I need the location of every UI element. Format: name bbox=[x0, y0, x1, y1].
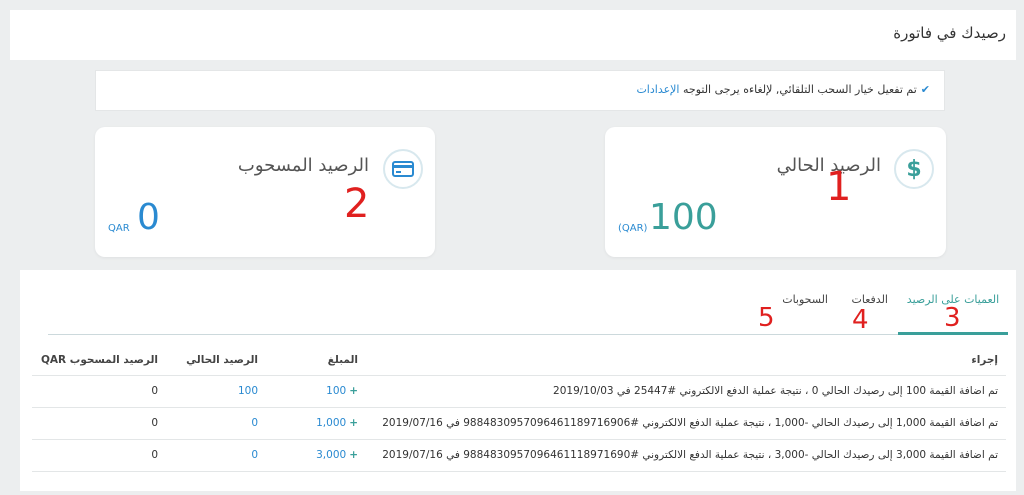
column-header-current: الرصيد الحالي bbox=[166, 345, 266, 376]
table-header-row: إجراء المبلغ الرصيد الحالي الرصيد المسحو… bbox=[32, 345, 1006, 376]
cell-action: تم اضافة القيمة 1,000 إلى رصيدك الحالي -… bbox=[366, 407, 1006, 440]
cell-amount-value: 1,000 bbox=[316, 417, 347, 429]
table-row: تم اضافة القيمة 1,000 إلى رصيدك الحالي -… bbox=[32, 407, 1006, 440]
cell-current: 0 bbox=[166, 407, 266, 440]
current-balance-card: $ الرصيد الحالي 100 (QAR) bbox=[605, 127, 946, 257]
plus-icon: + bbox=[349, 417, 358, 429]
plus-icon: + bbox=[349, 449, 358, 461]
withdrawn-balance-card: الرصيد المسحوب 0 QAR bbox=[95, 127, 435, 257]
settings-link[interactable]: الإعدادات bbox=[636, 83, 679, 96]
current-balance-amount: 100 bbox=[649, 197, 718, 238]
balance-operations-panel: العميات على الرصيد الدفعات السحوبات إجرا… bbox=[20, 270, 1016, 491]
operations-table: إجراء المبلغ الرصيد الحالي الرصيد المسحو… bbox=[32, 345, 1006, 472]
check-icon: ✔ bbox=[920, 83, 930, 96]
tab-withdrawals[interactable]: السحوبات bbox=[782, 293, 828, 306]
cell-action: تم اضافة القيمة 100 إلى رصيدك الحالي 0 ،… bbox=[366, 375, 1006, 408]
withdrawn-balance-amount: 0 bbox=[137, 197, 160, 238]
cell-withdrawn: 0 bbox=[32, 375, 166, 408]
withdrawn-balance-currency: QAR bbox=[108, 223, 130, 234]
table-row: تم اضافة القيمة 100 إلى رصيدك الحالي 0 ،… bbox=[32, 375, 1006, 408]
cell-withdrawn: 0 bbox=[32, 439, 166, 472]
column-header-amount: المبلغ bbox=[266, 345, 366, 376]
page-header: رصيدك في فاتورة bbox=[10, 10, 1016, 60]
cell-amount-value: 3,000 bbox=[316, 449, 347, 461]
cell-withdrawn: 0 bbox=[32, 407, 166, 440]
annotation-marker-4: 4 bbox=[852, 305, 869, 335]
annotation-marker-1: 1 bbox=[826, 164, 852, 210]
cell-amount: +100 bbox=[266, 375, 366, 408]
withdrawn-balance-title: الرصيد المسحوب bbox=[237, 155, 369, 176]
table-row: تم اضافة القيمة 3,000 إلى رصيدك الحالي -… bbox=[32, 439, 1006, 472]
cell-current: 100 bbox=[166, 375, 266, 408]
annotation-marker-2: 2 bbox=[344, 181, 370, 227]
cell-action: تم اضافة القيمة 3,000 إلى رصيدك الحالي -… bbox=[366, 439, 1006, 472]
cell-current: 0 bbox=[166, 439, 266, 472]
cell-amount: +3,000 bbox=[266, 439, 366, 472]
plus-icon: + bbox=[349, 385, 358, 397]
cell-amount-value: 100 bbox=[326, 385, 347, 397]
annotation-marker-3: 3 bbox=[944, 303, 961, 333]
column-header-withdrawn: الرصيد المسحوب QAR bbox=[32, 345, 166, 376]
column-header-action: إجراء bbox=[366, 345, 1006, 376]
annotation-marker-5: 5 bbox=[758, 303, 775, 333]
credit-card-icon bbox=[383, 149, 423, 189]
dollar-icon: $ bbox=[894, 149, 934, 189]
cell-amount: +1,000 bbox=[266, 407, 366, 440]
notice-text: تم تفعيل خيار السحب التلقائي, لإلغاءه ير… bbox=[679, 83, 917, 96]
auto-withdraw-notice: ✔تم تفعيل خيار السحب التلقائي, لإلغاءه ي… bbox=[95, 70, 945, 111]
current-balance-currency: (QAR) bbox=[618, 223, 648, 234]
page-title: رصيدك في فاتورة bbox=[893, 24, 1006, 42]
